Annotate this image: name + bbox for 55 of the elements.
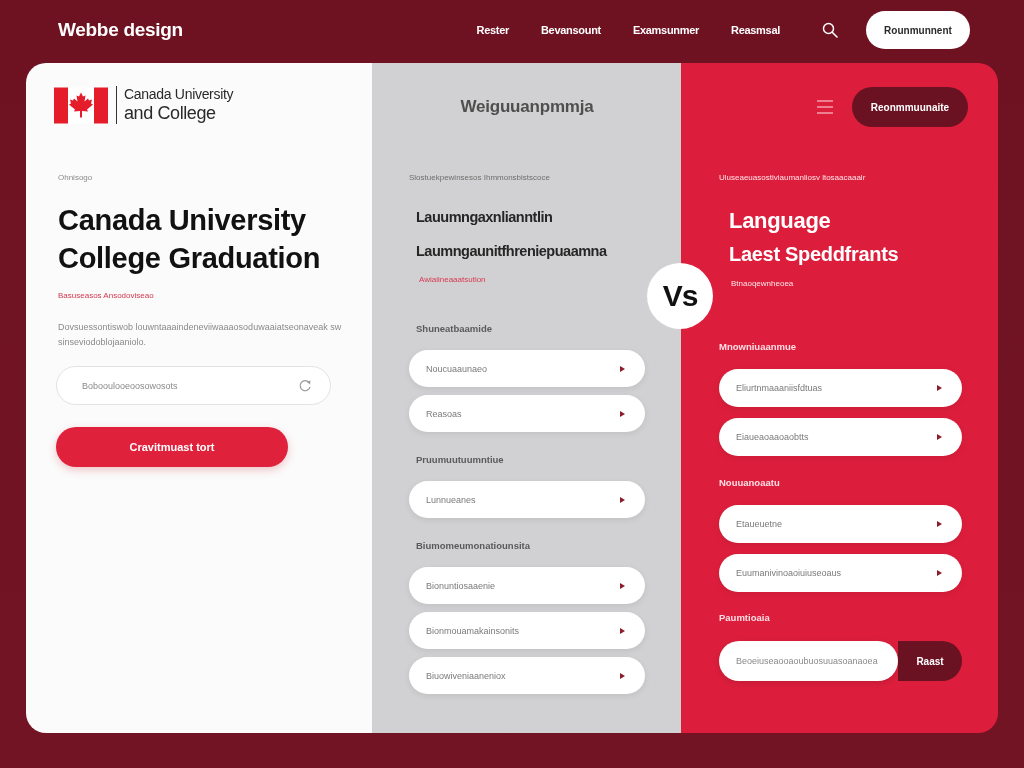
search-field[interactable]: Bobooulooeoosowosots [56, 366, 331, 405]
column-heading: Laumngaunitfhreniepuaamna [416, 241, 607, 261]
caret-icon [620, 496, 625, 503]
subscribe-field[interactable]: Beoeiuseaooaoubuosuuasoanaoea [719, 641, 898, 681]
caret-icon [937, 570, 942, 576]
page-title: Canada University College Graduation [58, 203, 322, 276]
nav-link[interactable]: Rester [476, 24, 509, 36]
section-label: Pruumuutuumntiue [416, 454, 504, 466]
section-label: Shuneatbaamide [416, 323, 493, 335]
tagline-text: Awiaiineaaatsution [419, 275, 486, 285]
caret-icon [620, 410, 625, 417]
caret-icon [937, 521, 942, 527]
section-label: Nouuanoaatu [719, 477, 780, 489]
refresh-icon [298, 379, 312, 393]
option-row[interactable]: Bionmouamakainsonits [409, 612, 645, 649]
option-row[interactable]: Etaueuetne [719, 505, 962, 543]
column-heading: Language [729, 207, 831, 234]
column-heading: Lauumngaxnlianntlin [416, 208, 553, 227]
section-label: Mnowniuaanmue [719, 341, 797, 353]
caret-icon [620, 365, 625, 372]
subscribe-button[interactable]: Raast [898, 641, 962, 681]
description-text: Dovsuessontiswob louwntaaaindeneviiwaaaosoduwaaiatseonaveak swsinseviodoblojaaniolo. [58, 321, 343, 349]
section-label: Paumtioaia [719, 612, 770, 624]
option-row[interactable]: Reasoas [409, 395, 645, 432]
option-row[interactable]: Eiaueaoaaoaobtts [719, 418, 962, 456]
tagline-text: Btnaoqewnheoea [731, 279, 794, 289]
option-row[interactable]: Euumanivinoaoiuiuseoaus [719, 554, 962, 592]
brand-logo[interactable]: Webbe design [58, 19, 183, 41]
primary-button[interactable]: Cravitmuast tort [56, 427, 288, 467]
caret-icon [620, 582, 625, 589]
header-cta-button[interactable]: Rounmunnent [866, 11, 970, 49]
option-row[interactable]: Noucuaaunaeo [409, 350, 645, 387]
flag-logo [54, 86, 108, 124]
section-label: Biumomeumonatiounsita [416, 540, 530, 552]
eyebrow-text: Uluseaeuasostiviaumanliosv ltosaacaaalr [719, 173, 866, 183]
caret-icon [620, 672, 625, 679]
option-row[interactable]: Bionuntiosaaenie [409, 567, 645, 604]
caret-icon [620, 627, 625, 634]
cta-button[interactable]: Reonmmuunaite [852, 87, 968, 127]
column-title: Weiguuanpmmja [460, 97, 594, 117]
option-row[interactable]: Lunnueanes [409, 481, 645, 518]
nav-link[interactable]: Bevansount [540, 24, 601, 36]
eyebrow-text: Slostuekpewinsesos Ihmmonsbistscoce [409, 173, 550, 183]
caret-icon [937, 434, 942, 440]
search-icon[interactable] [822, 22, 838, 38]
eyebrow-text: Ohnisogo [58, 173, 93, 183]
option-row[interactable]: Eliurtnmaaaniisfdtuas [719, 369, 962, 407]
column-heading: Laest Speddfrants [729, 242, 899, 267]
nav-link[interactable]: Examsunmer [632, 24, 699, 36]
nav-link[interactable]: Reasmsal [731, 24, 780, 36]
logo-text: Canada University [124, 86, 234, 103]
caret-icon [937, 385, 942, 391]
tagline-text: Basuseasos Ansodoviseao [58, 291, 154, 301]
logo-text: and College [124, 103, 216, 124]
option-row[interactable]: Biuowiveniaaneniox [409, 657, 645, 694]
